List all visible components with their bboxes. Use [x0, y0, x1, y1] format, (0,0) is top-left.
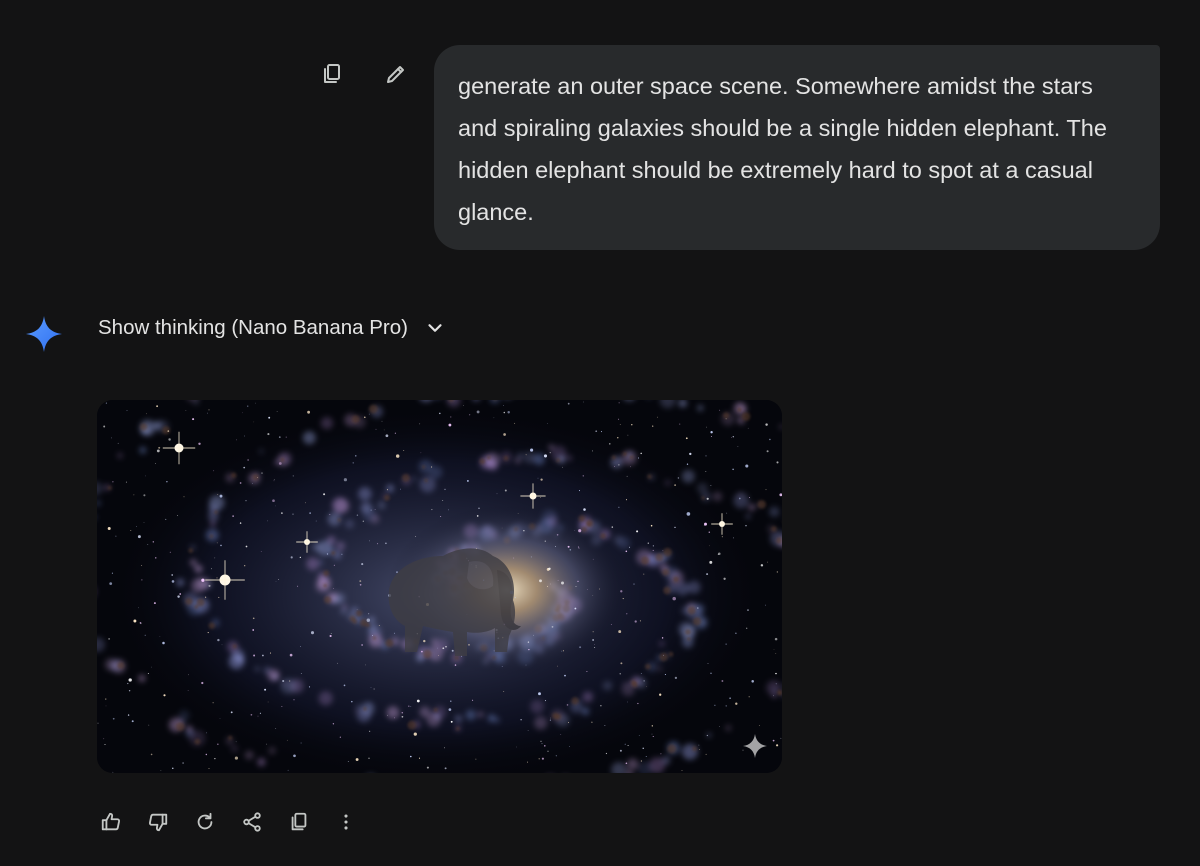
regenerate-icon	[197, 812, 213, 830]
prompt-actions	[316, 58, 412, 90]
copy-icon	[324, 64, 340, 83]
chat-page: generate an outer space scene. Somewhere…	[0, 0, 1200, 866]
copy-icon	[291, 812, 307, 831]
edit-prompt-button[interactable]	[380, 58, 412, 90]
edit-icon	[387, 66, 404, 83]
more-options-button[interactable]	[330, 806, 362, 838]
share-icon	[243, 812, 261, 832]
copy-prompt-button[interactable]	[316, 58, 348, 90]
share-button[interactable]	[236, 806, 268, 838]
more-vert-icon	[344, 814, 348, 830]
copy-response-button[interactable]	[283, 806, 315, 838]
elephant-silhouette	[388, 548, 521, 656]
user-prompt-bubble: generate an outer space scene. Somewhere…	[434, 45, 1160, 250]
good-response-button[interactable]	[95, 806, 127, 838]
chevron-down-icon	[428, 324, 442, 332]
response-actions	[95, 806, 362, 838]
gemini-sparkle-icon	[26, 316, 62, 352]
generated-image[interactable]	[97, 400, 782, 773]
regenerate-button[interactable]	[189, 806, 221, 838]
bad-response-button[interactable]	[142, 806, 174, 838]
thumbs-down-icon	[148, 813, 168, 832]
space-scene-illustration	[97, 400, 782, 773]
show-thinking-label: Show thinking (Nano Banana Pro)	[98, 316, 408, 339]
show-thinking-toggle[interactable]: Show thinking (Nano Banana Pro)	[98, 316, 446, 340]
thumbs-up-icon	[101, 812, 121, 831]
user-prompt-text: generate an outer space scene. Somewhere…	[458, 73, 1107, 225]
